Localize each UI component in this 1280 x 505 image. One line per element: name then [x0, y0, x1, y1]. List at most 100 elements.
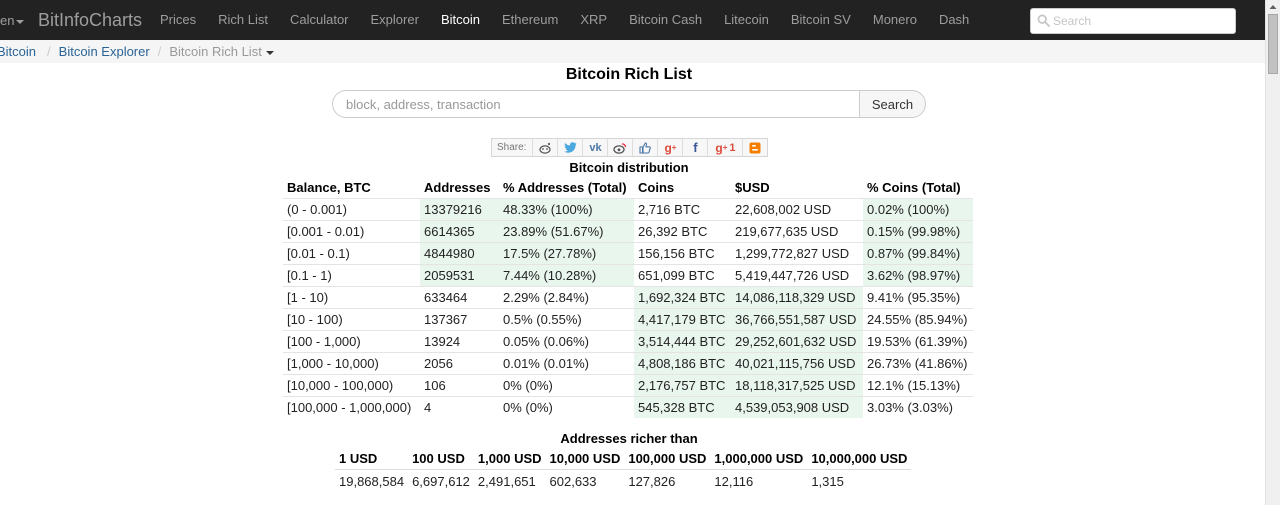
column-header: 100 USD: [408, 448, 474, 470]
weibo-icon[interactable]: [608, 139, 634, 156]
navbar-search-box[interactable]: [1030, 8, 1236, 34]
facebook-icon[interactable]: f: [683, 139, 709, 156]
table-cell: 1,315: [811, 473, 844, 489]
search-button[interactable]: Search: [859, 90, 926, 118]
table-cell: 0% (0%): [499, 374, 634, 397]
table-row: 19,868,584 6,697,612 2,491,651 602,633 127,8…: [335, 470, 911, 493]
table-row: [10 - 100) 137367 0.5% (0.55%) 4,417,179 BT…: [283, 308, 973, 331]
google-plus-icon[interactable]: g +: [658, 139, 684, 156]
nav-link-rich-list[interactable]: Rich List: [218, 0, 268, 40]
column-header: 100,000 USD: [624, 448, 711, 470]
table-cell: 1,692,324 BTC: [634, 286, 731, 309]
table-cell: 9.41% (95.35%): [863, 286, 973, 309]
page-scrollbar[interactable]: [1265, 0, 1280, 505]
column-header: 10,000 USD: [545, 448, 625, 470]
reddit-icon[interactable]: [533, 139, 559, 156]
table-cell: 106: [420, 374, 499, 397]
table-cell: 0.01% (0.01%): [499, 352, 634, 375]
table-cell: [10,000 - 100,000): [283, 374, 420, 397]
table-cell: 3.03% (3.03%): [863, 396, 973, 418]
nav-link-prices[interactable]: Prices: [160, 0, 196, 40]
page-title: Bitcoin Rich List: [565, 66, 693, 83]
table-row: (0 - 0.001) 13379216 48.33% (100%) 2,716 BT…: [283, 198, 973, 221]
table-cell: 4844980: [420, 242, 499, 265]
table-cell: 1,299,772,827 USD: [731, 242, 863, 265]
table-cell: 545,328 BTC: [634, 396, 731, 418]
table-cell: 137367: [420, 308, 499, 331]
table-cell: 2.29% (2.84%): [499, 286, 634, 309]
table-cell: [10 - 100): [283, 308, 420, 331]
nav-link-ethereum[interactable]: Ethereum: [502, 0, 558, 40]
table-cell: 14,086,118,329 USD: [731, 286, 863, 309]
table-cell: 19.53% (61.39%): [863, 330, 973, 353]
table-cell: 29,252,601,632 USD: [731, 330, 863, 353]
column-header: 10,000,000 USD: [807, 448, 912, 470]
table-cell: 4,417,179 BTC: [634, 308, 731, 331]
table-header-row: Balance, BTC Addresses % Addresses (Total)…: [283, 177, 973, 199]
table-cell: 40,021,115,756 USD: [731, 352, 863, 375]
table-cell: [0.01 - 0.1): [283, 242, 420, 265]
blogger-icon[interactable]: [743, 139, 767, 156]
column-header: % Coins (Total): [867, 180, 961, 195]
vk-icon[interactable]: vk: [583, 139, 609, 156]
table-cell: [0.1 - 1): [283, 264, 420, 287]
column-header: 1,000,000 USD: [710, 448, 808, 470]
main-search-group: Search: [332, 90, 926, 118]
table-cell: [0.001 - 0.01): [283, 220, 420, 243]
nav-link-dash[interactable]: Dash: [939, 0, 969, 40]
nav-link-bitcoin-sv[interactable]: Bitcoin SV: [791, 0, 851, 40]
table-cell: 19,868,584: [339, 473, 405, 489]
column-header: Coins: [638, 180, 675, 195]
nav-link-bitcoin-cash[interactable]: Bitcoin Cash: [629, 0, 702, 40]
main-search-input[interactable]: [332, 90, 860, 118]
table-cell: 12.1% (15.13%): [863, 374, 973, 397]
scroll-thumb[interactable]: [1268, 14, 1278, 74]
nav-link-litecoin[interactable]: Litecoin: [724, 0, 769, 40]
nav-link-monero[interactable]: Monero: [873, 0, 917, 40]
table-cell: 17.5% (27.78%): [499, 242, 634, 265]
language-dropdown[interactable]: en: [0, 13, 25, 28]
table-row: [0.001 - 0.01) 6614365 23.89% (51.67%) 26,3…: [283, 220, 973, 243]
table-cell: 0% (0%): [499, 396, 634, 418]
share-label: Share:: [492, 139, 534, 156]
share-bar: Share: vk g + f g +1: [491, 138, 769, 157]
table-cell: 4,808,186 BTC: [634, 352, 731, 375]
search-icon: [1037, 14, 1050, 30]
richer-than-table: 1 USD 100 USD 1,000 USD 10,000 USD 100,000 U…: [335, 448, 912, 493]
table-cell: 13379216: [420, 198, 499, 221]
breadcrumb-bitcoin[interactable]: Bitcoin: [0, 44, 36, 59]
breadcrumb-bitcoin-explorer[interactable]: Bitcoin Explorer: [59, 44, 150, 59]
breadcrumb-current-dropdown[interactable]: Bitcoin Rich List: [169, 44, 274, 59]
table-cell: 0.02% (100%): [863, 198, 973, 221]
table-cell: [1 - 10): [283, 286, 420, 309]
table-cell: 26.73% (41.86%): [863, 352, 973, 375]
nav-link-bitcoin[interactable]: Bitcoin: [441, 0, 480, 40]
like-icon[interactable]: [633, 139, 659, 156]
chevron-down-icon: [16, 19, 25, 24]
table-cell: [1,000 - 10,000): [283, 352, 420, 375]
table-cell: 4: [420, 396, 499, 418]
google-plus-one-button[interactable]: g +1: [708, 139, 744, 156]
table-cell: 0.15% (99.98%): [863, 220, 973, 243]
table-cell: 2,176,757 BTC: [634, 374, 731, 397]
scroll-up-arrow-icon[interactable]: [1266, 0, 1280, 14]
column-header: 1 USD: [335, 448, 409, 470]
nav-link-calculator[interactable]: Calculator: [290, 0, 349, 40]
table-cell: 156,156 BTC: [634, 242, 731, 265]
brand-logo[interactable]: BitInfoCharts: [38, 10, 142, 31]
table-cell: 18,118,317,525 USD: [731, 374, 863, 397]
table-row: [100,000 - 1,000,000) 4 0% (0%) 545,328 BTC…: [283, 396, 973, 418]
distribution-table: Balance, BTC Addresses % Addresses (Total)…: [283, 177, 973, 418]
table-cell: 48.33% (100%): [499, 198, 634, 221]
table-cell: [100 - 1,000): [283, 330, 420, 353]
table-cell: 651,099 BTC: [634, 264, 731, 287]
nav-link-xrp[interactable]: XRP: [580, 0, 607, 40]
table-cell: 26,392 BTC: [634, 220, 731, 243]
nav-link-explorer[interactable]: Explorer: [371, 0, 419, 40]
table-cell: 0.87% (99.84%): [863, 242, 973, 265]
table-cell: 3.62% (98.97%): [863, 264, 973, 287]
twitter-icon[interactable]: [558, 139, 584, 156]
table-row: [0.01 - 0.1) 4844980 17.5% (27.78%) 156,156…: [283, 242, 973, 265]
table-cell: 3,514,444 BTC: [634, 330, 731, 353]
navbar-search-input[interactable]: [1053, 9, 1228, 33]
